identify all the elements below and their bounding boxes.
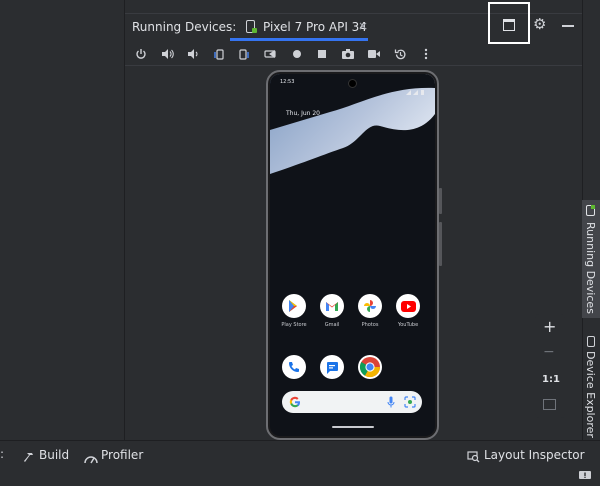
layout-inspector-tab[interactable]: Layout Inspector: [484, 448, 585, 462]
profiler-gauge-icon: [84, 449, 98, 468]
device-running-indicator-icon: [252, 28, 257, 33]
app-label: Photos: [361, 322, 379, 328]
volume-up-icon[interactable]: [157, 44, 177, 64]
overview-icon[interactable]: [312, 44, 332, 64]
layout-inspector-icon: [467, 448, 480, 467]
status-icons: [406, 80, 426, 95]
zoom-out-button[interactable]: −: [543, 344, 555, 360]
google-g-icon: [289, 396, 300, 408]
power-icon[interactable]: [131, 44, 151, 64]
device-screen[interactable]: 12:53 Thu, Jun 20 Play Store Gmail Photo…: [270, 74, 435, 436]
left-panel: [0, 0, 124, 440]
screenshot-icon[interactable]: [338, 44, 358, 64]
gmail-icon[interactable]: [320, 294, 344, 318]
photos-icon[interactable]: [358, 294, 382, 318]
build-tab[interactable]: Build: [39, 448, 69, 462]
status-time: 12:53: [280, 79, 295, 85]
volume-down-icon[interactable]: [183, 44, 203, 64]
tab-close-icon[interactable]: ×: [358, 19, 368, 33]
phone-volume-button: [439, 222, 442, 266]
snapshot-icon[interactable]: [390, 44, 410, 64]
tab-label: Pixel 7 Pro API 34: [263, 20, 367, 34]
camera-cutout: [348, 79, 357, 88]
app-label: YouTube: [397, 322, 419, 328]
lens-icon[interactable]: [404, 396, 416, 408]
sidebar-label-running-devices: Running Devices: [584, 222, 597, 314]
record-icon[interactable]: [364, 44, 384, 64]
chrome-icon[interactable]: [358, 355, 382, 379]
phone-power-button: [439, 188, 442, 214]
profiler-tab[interactable]: Profiler: [101, 448, 143, 462]
zoom-one-to-one-button[interactable]: 1:1: [542, 374, 560, 385]
app-label: Play Store: [281, 322, 307, 328]
wallpaper: [270, 74, 435, 234]
app-label: Gmail: [324, 322, 340, 328]
back-icon[interactable]: [262, 44, 282, 64]
mic-icon[interactable]: [387, 396, 395, 408]
rotate-left-icon[interactable]: [209, 44, 229, 64]
search-bar[interactable]: [282, 391, 422, 413]
active-tab-underline: [230, 38, 368, 41]
notification-icon[interactable]: [579, 466, 591, 479]
home-icon[interactable]: [287, 44, 307, 64]
device-explorer-icon: [587, 336, 595, 347]
zoom-in-button[interactable]: +: [543, 317, 556, 336]
play-store-icon[interactable]: [282, 294, 306, 318]
phone-app-icon[interactable]: [282, 355, 306, 379]
messages-icon[interactable]: [320, 355, 344, 379]
running-indicator-icon: [591, 205, 595, 209]
gesture-bar[interactable]: [332, 426, 374, 428]
minimize-icon[interactable]: [562, 25, 574, 27]
youtube-icon[interactable]: [396, 294, 420, 318]
hammer-icon: [23, 449, 35, 468]
window-options-icon[interactable]: [503, 19, 515, 31]
panel-title: Running Devices:: [132, 20, 237, 34]
bottom-bar-edge: :: [0, 447, 5, 461]
more-icon[interactable]: [416, 44, 436, 64]
zoom-fit-icon[interactable]: [543, 399, 556, 410]
sidebar-item-device-explorer[interactable]: Device Explorer: [584, 351, 597, 438]
gear-icon[interactable]: ⚙: [533, 15, 546, 33]
date-widget[interactable]: Thu, Jun 20: [286, 110, 320, 117]
rotate-right-icon[interactable]: [234, 44, 254, 64]
